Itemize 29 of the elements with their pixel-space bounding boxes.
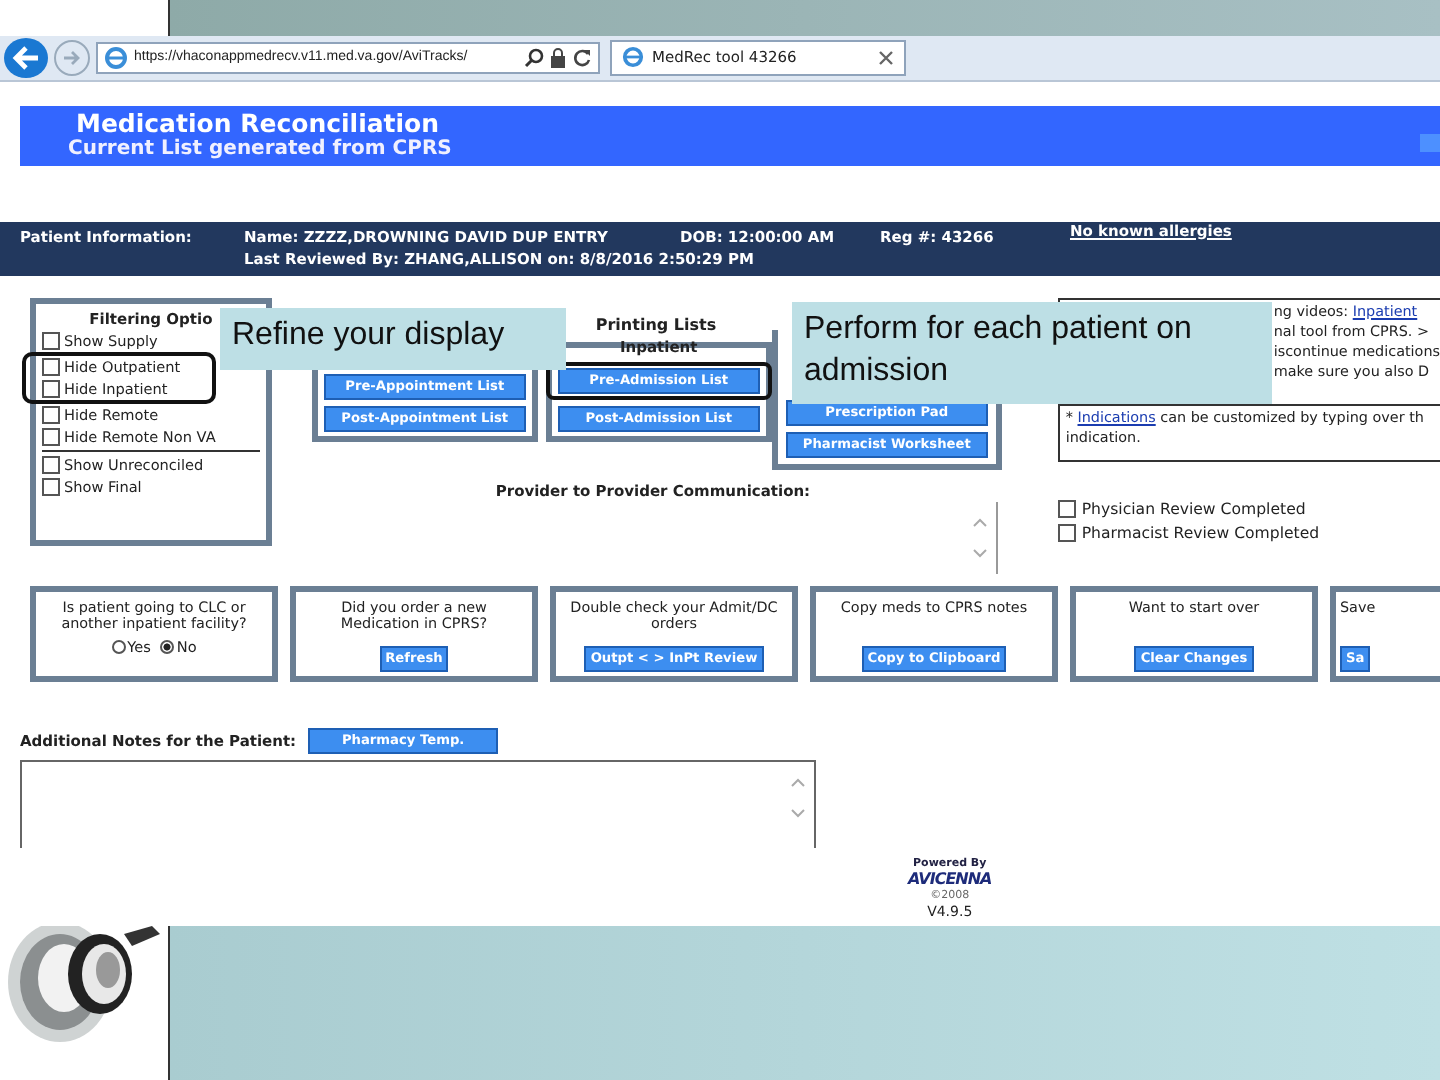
- radio-button[interactable]: [111, 639, 126, 654]
- scrollbar-arrows-icon: [790, 773, 806, 822]
- notes-field[interactable]: [20, 759, 816, 848]
- checkbox[interactable]: [42, 405, 60, 424]
- checkbox[interactable]: [42, 455, 60, 474]
- page-subtitle: Current List generated from CPRS: [68, 137, 452, 162]
- scrollbar-arrows-icon: [971, 513, 988, 562]
- checkbox[interactable]: [42, 379, 60, 398]
- checkbox[interactable]: [42, 357, 60, 376]
- search-icon[interactable]: [524, 47, 544, 68]
- checkbox[interactable]: [42, 331, 60, 350]
- callout-note: Perform for each patient on admission: [792, 301, 1272, 404]
- radio-button[interactable]: [160, 639, 175, 654]
- checkbox[interactable]: [42, 477, 60, 496]
- back-arrow-icon: [12, 45, 40, 70]
- browser-icon: [622, 46, 644, 69]
- browser-icon: [104, 45, 128, 70]
- back-button[interactable]: [4, 37, 48, 78]
- refresh-icon[interactable]: [572, 47, 592, 68]
- lock-icon: [550, 47, 566, 68]
- printing-lists-title: Printing Lists: [595, 313, 717, 338]
- checkbox[interactable]: [42, 427, 60, 446]
- close-icon[interactable]: [878, 49, 894, 66]
- checkbox[interactable]: [1057, 524, 1076, 543]
- checkbox[interactable]: [1057, 500, 1076, 519]
- page-title: Medication Reconciliation: [76, 105, 440, 138]
- callout-note: Refine your display: [220, 307, 566, 370]
- vendor-logo: AVICENNA: [908, 871, 992, 888]
- forward-arrow-icon: [62, 47, 82, 68]
